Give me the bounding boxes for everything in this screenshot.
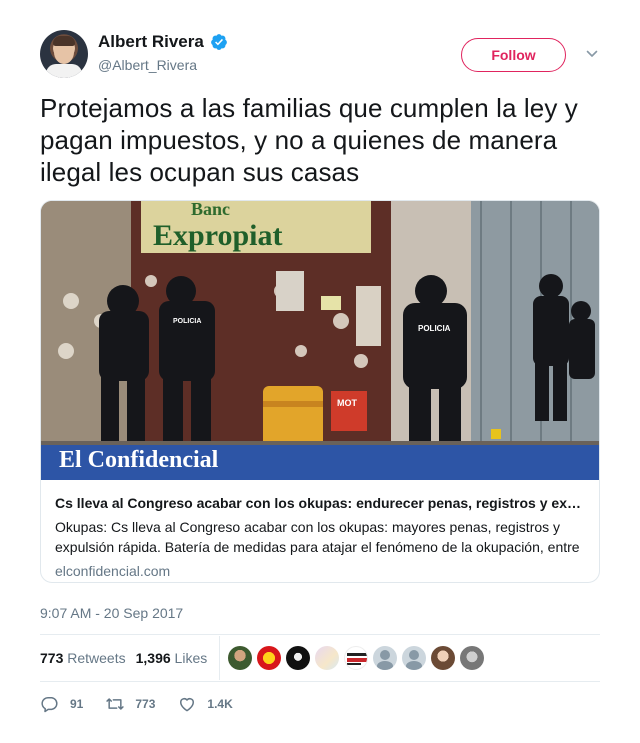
tweet: Albert Rivera @Albert_Rivera Follow Prot…	[40, 30, 600, 621]
retweets-stat[interactable]: 773 Retweets	[40, 650, 126, 666]
author-handle[interactable]: @Albert_Rivera	[98, 57, 228, 73]
card-photo: Banc Expropiat MOT POLICIA POLICIA	[41, 201, 599, 480]
card-domain: elconfidencial.com	[55, 563, 171, 579]
sign-text: Expropiat	[153, 219, 282, 252]
vest-text-1: POLICIA	[173, 318, 201, 325]
tweet-timestamp[interactable]: 9:07 AM - 20 Sep 2017	[40, 605, 600, 621]
sign-text-partial: Banc	[191, 201, 230, 219]
tweet-text: Protejamos a las familias que cumplen la…	[40, 93, 578, 187]
vest-text-2: POLICIA	[418, 324, 451, 333]
retweets-label: Retweets	[67, 650, 126, 666]
tweet-actions: 91 773 1.4K	[40, 692, 255, 716]
liker-avatar[interactable]	[315, 646, 340, 670]
liker-avatars	[228, 646, 485, 670]
barrel-text: MOT	[337, 398, 357, 408]
author-name-block[interactable]: Albert Rivera @Albert_Rivera	[98, 32, 228, 73]
stats-separator	[219, 636, 221, 680]
retweet-icon	[106, 698, 125, 710]
liker-avatar[interactable]	[431, 646, 456, 670]
author-avatar[interactable]	[40, 30, 88, 78]
retweet-count: 773	[135, 697, 156, 711]
link-card[interactable]: Banc Expropiat MOT POLICIA POLICIA El Co…	[40, 200, 600, 583]
liker-avatar[interactable]	[344, 646, 369, 670]
divider-top	[40, 634, 600, 635]
liker-avatar[interactable]	[373, 646, 398, 670]
likes-count: 1,396	[135, 650, 171, 666]
reply-button[interactable]: 91	[40, 694, 83, 714]
retweets-count: 773	[40, 650, 64, 666]
likes-stat[interactable]: 1,396 Likes	[136, 650, 208, 666]
liker-avatar[interactable]	[286, 646, 311, 670]
chevron-down-icon[interactable]	[586, 48, 598, 60]
reply-icon	[41, 697, 58, 713]
like-count: 1.4K	[207, 697, 233, 711]
card-description: Okupas: Cs lleva al Congreso acabar con …	[55, 519, 580, 555]
author-display-name[interactable]: Albert Rivera	[98, 32, 204, 52]
tweet-stats: 773 Retweets 1,396 Likes	[40, 636, 600, 680]
liker-avatar[interactable]	[257, 646, 282, 670]
retweet-button[interactable]: 773	[105, 694, 155, 714]
card-title[interactable]: Cs lleva al Congreso acabar con los okup…	[55, 493, 585, 513]
tweet-header: Albert Rivera @Albert_Rivera Follow	[40, 30, 600, 80]
reply-count: 91	[70, 697, 84, 711]
verified-badge-icon	[210, 34, 227, 50]
like-button[interactable]: 1.4K	[177, 694, 233, 714]
liker-avatar[interactable]	[402, 646, 427, 670]
liker-avatar[interactable]	[460, 646, 485, 670]
follow-button[interactable]: Follow	[461, 38, 566, 72]
likes-label: Likes	[174, 650, 208, 666]
heart-icon	[180, 698, 195, 712]
card-image[interactable]: Banc Expropiat MOT POLICIA POLICIA El Co…	[41, 201, 599, 480]
divider-bottom	[40, 681, 600, 682]
card-logo: El Confidencial	[59, 447, 219, 473]
liker-avatar[interactable]	[228, 646, 253, 670]
card-body[interactable]: Cs lleva al Congreso acabar con los okup…	[41, 480, 599, 581]
